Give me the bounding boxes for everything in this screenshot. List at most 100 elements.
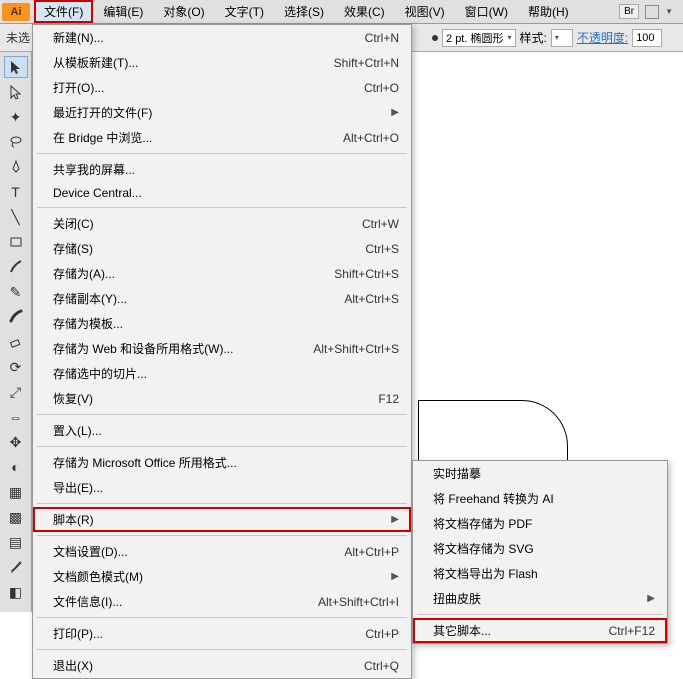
menu-文件[interactable]: 文件(F) [34, 0, 93, 23]
submenu-item[interactable]: 扭曲皮肤▶ [413, 586, 667, 611]
gradient-tool[interactable]: ▤ [4, 531, 28, 553]
pen-tool[interactable] [4, 156, 28, 178]
selection-label: 未选 [6, 29, 30, 46]
menu-item[interactable]: 存储副本(Y)...Alt+Ctrl+S [33, 286, 411, 311]
menu-item[interactable]: 打开(O)...Ctrl+O [33, 75, 411, 100]
submenu-item-label: 将文档存储为 SVG [433, 540, 655, 557]
shortcut-label: Ctrl+Q [364, 659, 399, 673]
chevron-right-icon: ▶ [391, 107, 399, 118]
submenu-item[interactable]: 将 Freehand 转换为 AI [413, 486, 667, 511]
menu-item-label: 关闭(C) [53, 215, 362, 232]
menu-item[interactable]: 导出(E)... [33, 475, 411, 500]
menu-item[interactable]: 存储(S)Ctrl+S [33, 236, 411, 261]
style-swatch[interactable]: ▾ [551, 29, 573, 47]
scale-tool[interactable]: ⤢ [4, 381, 28, 403]
submenu-item-label: 其它脚本... [433, 622, 609, 639]
menu-item[interactable]: 文件信息(I)...Alt+Shift+Ctrl+I [33, 589, 411, 614]
style-label: 样式: [520, 29, 547, 46]
free-transform-tool[interactable]: ✥ [4, 431, 28, 453]
shortcut-label: Ctrl+N [365, 31, 399, 45]
blob-brush-tool[interactable] [4, 306, 28, 328]
lasso-tool[interactable] [4, 131, 28, 153]
menu-item-label: 存储为(A)... [53, 265, 334, 282]
stroke-profile-select[interactable]: 2 pt. 椭圆形 ▾ [442, 29, 515, 47]
toolbar: ✦ T ╲ ✎ ⟳ ⤢ ⇔ ✥ ◐ ▦ ▩ ▤ ◧ [0, 52, 32, 612]
opacity-input[interactable]: 100 [632, 29, 662, 47]
submenu-item[interactable]: 将文档导出为 Flash [413, 561, 667, 586]
shortcut-label: Ctrl+S [365, 242, 399, 256]
pencil-tool[interactable]: ✎ [4, 281, 28, 303]
shortcut-label: Ctrl+O [364, 81, 399, 95]
chevron-right-icon: ▶ [391, 514, 399, 525]
shortcut-label: Alt+Ctrl+O [343, 131, 399, 145]
menu-item[interactable]: 存储为 Web 和设备所用格式(W)...Alt+Shift+Ctrl+S [33, 336, 411, 361]
submenu-item[interactable]: 其它脚本...Ctrl+F12 [413, 618, 667, 643]
menu-item[interactable]: 在 Bridge 中浏览...Alt+Ctrl+O [33, 125, 411, 150]
menu-item[interactable]: 从模板新建(T)...Shift+Ctrl+N [33, 50, 411, 75]
shortcut-label: Ctrl+P [365, 627, 399, 641]
submenu-item-label: 将 Freehand 转换为 AI [433, 490, 655, 507]
menu-item[interactable]: 存储为模板... [33, 311, 411, 336]
submenu-item[interactable]: 将文档存储为 SVG [413, 536, 667, 561]
direct-selection-tool[interactable] [4, 81, 28, 103]
menu-编辑[interactable]: 编辑(E) [93, 0, 153, 23]
script-submenu: 实时描摹将 Freehand 转换为 AI 将文档存储为 PDF 将文档存储为 SV… [412, 460, 668, 644]
menu-item[interactable]: Device Central... [33, 182, 411, 204]
submenu-item-label: 将文档存储为 PDF [433, 515, 655, 532]
menu-item[interactable]: 存储选中的切片... [33, 361, 411, 386]
arrange-icon[interactable] [645, 5, 659, 19]
selection-tool[interactable] [4, 56, 28, 78]
eyedropper-tool[interactable] [4, 556, 28, 578]
type-tool[interactable]: T [4, 181, 28, 203]
magic-wand-tool[interactable]: ✦ [4, 106, 28, 128]
width-tool[interactable]: ⇔ [4, 406, 28, 428]
chevron-down-icon[interactable]: ▼ [665, 7, 673, 16]
shortcut-label: Alt+Ctrl+P [344, 545, 399, 559]
menu-item[interactable]: 退出(X)Ctrl+Q [33, 653, 411, 678]
paintbrush-tool[interactable] [4, 256, 28, 278]
blend-tool[interactable]: ◧ [4, 581, 28, 603]
menu-item[interactable]: 新建(N)...Ctrl+N [33, 25, 411, 50]
menu-对象[interactable]: 对象(O) [153, 0, 214, 23]
submenu-item[interactable]: 实时描摹 [413, 461, 667, 486]
menu-item[interactable]: 关闭(C)Ctrl+W [33, 211, 411, 236]
bridge-badge[interactable]: Br [619, 4, 639, 19]
menu-item[interactable]: 共享我的屏幕... [33, 157, 411, 182]
menu-效果[interactable]: 效果(C) [334, 0, 395, 23]
menu-文字[interactable]: 文字(T) [215, 0, 274, 23]
menu-item-label: 打开(O)... [53, 79, 364, 96]
bullet-icon [432, 35, 438, 41]
line-tool[interactable]: ╲ [4, 206, 28, 228]
menu-帮助[interactable]: 帮助(H) [518, 0, 579, 23]
shape-builder-tool[interactable]: ◐ [4, 456, 28, 478]
menu-item[interactable]: 文档设置(D)...Alt+Ctrl+P [33, 539, 411, 564]
mesh-tool[interactable]: ▩ [4, 506, 28, 528]
menu-item[interactable]: 存储为 Microsoft Office 所用格式... [33, 450, 411, 475]
rotate-tool[interactable]: ⟳ [4, 356, 28, 378]
submenu-item[interactable]: 将文档存储为 PDF [413, 511, 667, 536]
menu-item[interactable]: 文档颜色模式(M)▶ [33, 564, 411, 589]
menu-item[interactable]: 存储为(A)...Shift+Ctrl+S [33, 261, 411, 286]
perspective-grid-tool[interactable]: ▦ [4, 481, 28, 503]
menu-窗口[interactable]: 窗口(W) [455, 0, 518, 23]
shortcut-label: F12 [378, 392, 399, 406]
menu-item-label: 存储副本(Y)... [53, 290, 344, 307]
menu-选择[interactable]: 选择(S) [274, 0, 334, 23]
menu-item-label: 最近打开的文件(F) [53, 104, 391, 121]
opacity-label[interactable]: 不透明度: [577, 29, 628, 46]
menubar: Ai 文件(F)编辑(E)对象(O)文字(T)选择(S)效果(C)视图(V)窗口… [0, 0, 683, 24]
menu-item[interactable]: 置入(L)... [33, 418, 411, 443]
menu-item-label: 存储为 Web 和设备所用格式(W)... [53, 340, 313, 357]
shortcut-label: Alt+Ctrl+S [344, 292, 399, 306]
menu-视图[interactable]: 视图(V) [395, 0, 455, 23]
menu-item[interactable]: 脚本(R)▶ [33, 507, 411, 532]
menu-item-label: 从模板新建(T)... [53, 54, 334, 71]
menu-item[interactable]: 恢复(V)F12 [33, 386, 411, 411]
menu-item[interactable]: 最近打开的文件(F)▶ [33, 100, 411, 125]
shortcut-label: Shift+Ctrl+S [334, 267, 399, 281]
eraser-tool[interactable] [4, 331, 28, 353]
rectangle-tool[interactable] [4, 231, 28, 253]
menu-item-label: 置入(L)... [53, 422, 399, 439]
menu-item[interactable]: 打印(P)...Ctrl+P [33, 621, 411, 646]
submenu-item-label: 将文档导出为 Flash [433, 565, 655, 582]
